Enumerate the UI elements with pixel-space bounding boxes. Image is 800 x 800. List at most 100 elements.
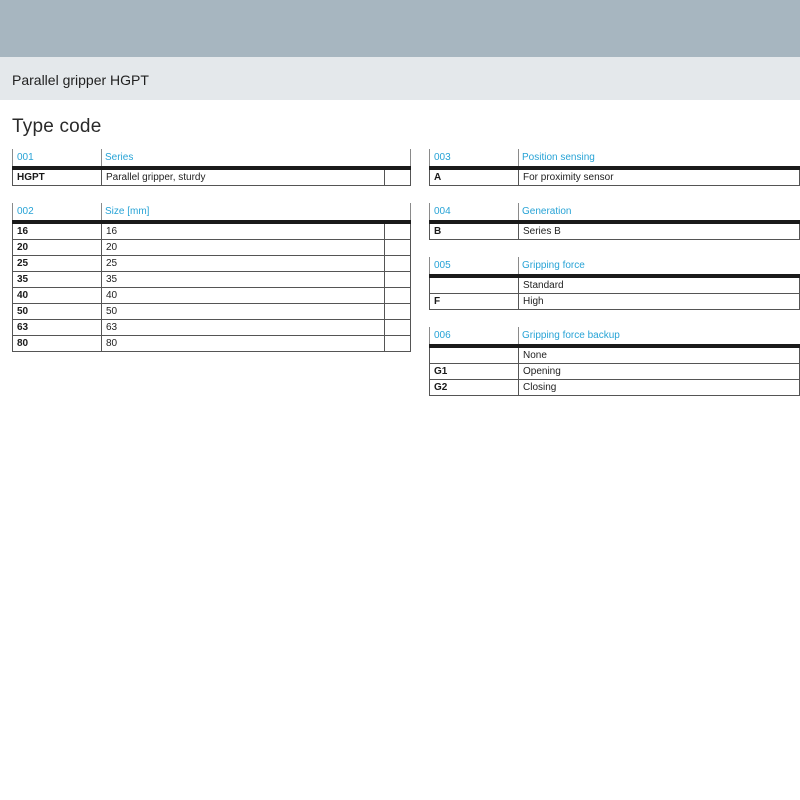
header-divider (429, 203, 430, 220)
option-description: 20 (106, 242, 118, 253)
header-divider (101, 203, 102, 220)
top-band (0, 0, 800, 57)
table-row: 80 80 (12, 336, 411, 352)
option-code: 40 (17, 290, 29, 301)
header-divider (429, 149, 430, 166)
position-label: Generation (522, 206, 572, 217)
header-divider (429, 327, 430, 344)
header-divider (429, 257, 430, 274)
option-code: 20 (17, 242, 29, 253)
column-divider (101, 240, 102, 255)
table-row: 20 20 (12, 240, 411, 256)
table-row: B Series B (429, 224, 800, 240)
table-position-sensing: 003 Position sensing A For proximity sensor (429, 149, 800, 186)
header-divider (518, 257, 519, 274)
header-divider (101, 149, 102, 166)
table-row: 50 50 (12, 304, 411, 320)
position-number: 005 (434, 260, 451, 271)
option-code: A (434, 172, 442, 183)
option-code: 16 (17, 226, 29, 237)
header-divider (518, 327, 519, 344)
column-divider (101, 256, 102, 271)
column-divider (101, 288, 102, 303)
column-divider (384, 320, 385, 335)
column-divider (384, 272, 385, 287)
option-description: 25 (106, 258, 118, 269)
position-number: 004 (434, 206, 451, 217)
header-divider (12, 149, 13, 166)
column-divider (384, 256, 385, 271)
table-row: Standard (429, 278, 800, 294)
column-divider (101, 304, 102, 319)
option-code: 35 (17, 274, 29, 285)
option-code: F (434, 296, 441, 307)
header-divider (410, 203, 411, 220)
table-row: A For proximity sensor (429, 170, 800, 186)
header-divider (518, 203, 519, 220)
table-header: 003 Position sensing (429, 149, 800, 166)
option-code: G2 (434, 382, 448, 393)
header-divider (410, 149, 411, 166)
column-divider (518, 380, 519, 395)
option-code: G1 (434, 366, 448, 377)
column-divider (101, 272, 102, 287)
table-size: 002 Size [mm] 16 16 20 20 25 25 35 35 40 40 50 50 63 63… (12, 203, 411, 352)
column-divider (518, 278, 519, 293)
header-divider (12, 203, 13, 220)
position-label: Position sensing (522, 152, 595, 163)
option-code: 80 (17, 338, 29, 349)
column-divider (384, 304, 385, 319)
table-row: 16 16 (12, 224, 411, 240)
option-description: Series B (523, 226, 561, 237)
column-divider (384, 240, 385, 255)
column-divider (518, 348, 519, 363)
option-description: 16 (106, 226, 118, 237)
option-description: 80 (106, 338, 118, 349)
option-description: High (523, 296, 544, 307)
column-divider (518, 364, 519, 379)
column-divider (518, 224, 519, 239)
option-description: 63 (106, 322, 118, 333)
option-code: 63 (17, 322, 29, 333)
table-generation: 004 Generation B Series B (429, 203, 800, 240)
position-label: Gripping force (522, 260, 585, 271)
section-heading: Type code (12, 116, 102, 137)
option-description: For proximity sensor (523, 172, 614, 183)
column-divider (101, 336, 102, 351)
option-description: 50 (106, 306, 118, 317)
table-gripping-force: 005 Gripping force Standard F High (429, 257, 800, 310)
table-series: 001 Series HGPT Parallel gripper, sturdy (12, 149, 411, 186)
table-header: 006 Gripping force backup (429, 327, 800, 344)
option-description: 40 (106, 290, 118, 301)
option-description: Closing (523, 382, 557, 393)
column-divider (384, 170, 385, 185)
table-header: 002 Size [mm] (12, 203, 411, 220)
column-divider (101, 224, 102, 239)
position-number: 002 (17, 206, 34, 217)
table-row: F High (429, 294, 800, 310)
column-divider (518, 170, 519, 185)
page-title: Parallel gripper HGPT (12, 72, 149, 88)
column-divider (101, 170, 102, 185)
table-row: 25 25 (12, 256, 411, 272)
option-description: 35 (106, 274, 118, 285)
position-number: 003 (434, 152, 451, 163)
table-header: 001 Series (12, 149, 411, 166)
option-code: B (434, 226, 442, 237)
option-description: Parallel gripper, sturdy (106, 172, 206, 183)
position-number: 001 (17, 152, 34, 163)
page-title-band: Parallel gripper HGPT (0, 57, 800, 100)
position-number: 006 (434, 330, 451, 341)
table-row: HGPT Parallel gripper, sturdy (12, 170, 411, 186)
table-row: G2 Closing (429, 380, 800, 396)
column-divider (384, 288, 385, 303)
column-divider (384, 224, 385, 239)
column-divider (101, 320, 102, 335)
table-row: 40 40 (12, 288, 411, 304)
column-divider (518, 294, 519, 309)
table-row: G1 Opening (429, 364, 800, 380)
table-header: 005 Gripping force (429, 257, 800, 274)
table-header: 004 Generation (429, 203, 800, 220)
option-code: HGPT (17, 172, 45, 183)
header-divider (518, 149, 519, 166)
